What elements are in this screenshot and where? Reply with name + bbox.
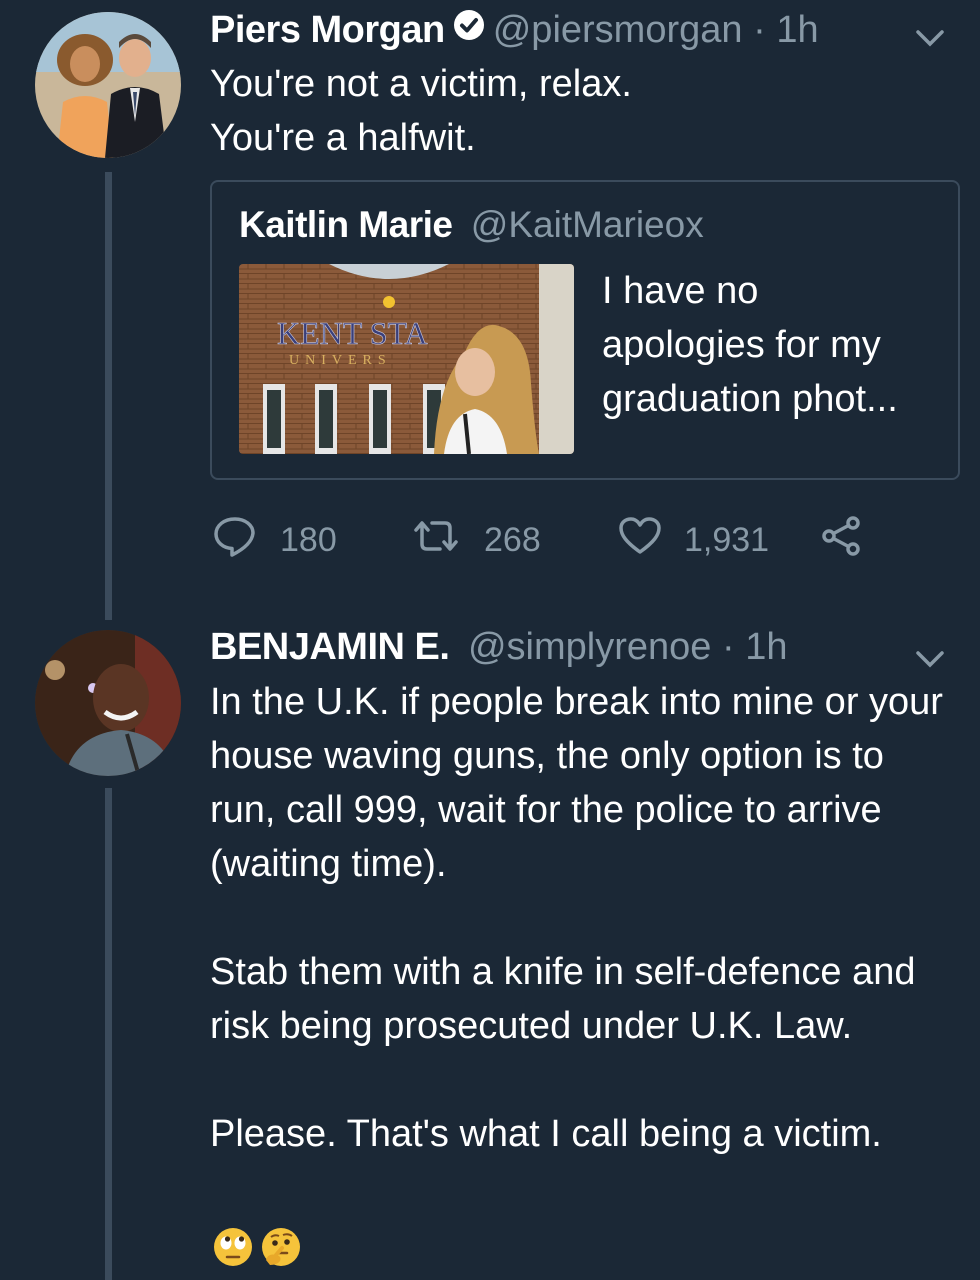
reply-icon bbox=[212, 515, 258, 566]
thinking-face-icon bbox=[260, 1226, 302, 1273]
author-handle[interactable]: @simplyrenoe bbox=[468, 626, 711, 668]
tweet-time[interactable]: 1h bbox=[745, 626, 787, 668]
share-icon bbox=[820, 514, 864, 567]
reply-button[interactable]: 180 bbox=[212, 515, 337, 565]
reply-count: 180 bbox=[280, 520, 337, 559]
quoted-author-name: Kaitlin Marie bbox=[239, 204, 453, 245]
like-count: 1,931 bbox=[684, 520, 770, 559]
retweet-button[interactable]: 268 bbox=[410, 515, 541, 565]
author-name[interactable]: BENJAMIN E. bbox=[210, 626, 450, 668]
emoji-row bbox=[212, 1226, 302, 1273]
tweet-actions: 180 268 1,931 bbox=[210, 515, 910, 565]
sign-text-line2: UNIVERS bbox=[289, 353, 392, 368]
quoted-tweet-image[interactable]: KENT STA UNIVERS bbox=[239, 264, 574, 454]
quoted-tweet[interactable]: Kaitlin Marie @KaitMarieox KENT STA UNIV… bbox=[210, 180, 960, 480]
tweet-text: You're not a victim, relax. You're a hal… bbox=[210, 57, 952, 165]
tweet-text: In the U.K. if people break into mine or… bbox=[210, 675, 952, 1161]
quoted-author-handle: @KaitMarieox bbox=[470, 204, 704, 245]
retweet-icon bbox=[410, 516, 462, 565]
retweet-count: 268 bbox=[484, 520, 541, 559]
avatar-benjamin-e[interactable] bbox=[35, 630, 181, 776]
quoted-text-line: graduation phot... bbox=[602, 378, 898, 420]
tweet-text-line: You're a halfwit. bbox=[210, 117, 476, 159]
face-with-rolling-eyes-icon bbox=[212, 1226, 254, 1273]
share-button[interactable] bbox=[820, 515, 864, 565]
quoted-tweet-header: Kaitlin Marie @KaitMarieox bbox=[239, 200, 704, 250]
thread-line-bottom bbox=[105, 788, 112, 1280]
quoted-tweet-text: I have no apologies for my graduation ph… bbox=[602, 264, 942, 426]
tweet-time[interactable]: 1h bbox=[776, 9, 818, 51]
tweet-paragraph-3: Please. That's what I call being a victi… bbox=[210, 1113, 882, 1155]
quoted-text-line: apologies for my bbox=[602, 324, 881, 366]
author-name[interactable]: Piers Morgan bbox=[210, 9, 445, 51]
tweet-paragraph-1: In the U.K. if people break into mine or… bbox=[210, 681, 943, 885]
tweet-header: Piers Morgan @piersmorgan · 1h bbox=[210, 5, 960, 55]
tweet-text-line: You're not a victim, relax. bbox=[210, 63, 632, 105]
separator-dot: · bbox=[753, 9, 766, 51]
separator-dot: · bbox=[721, 626, 735, 668]
thread-line-top bbox=[105, 172, 112, 620]
verified-badge-icon bbox=[453, 4, 485, 54]
tweet-header: BENJAMIN E. @simplyrenoe · 1h bbox=[210, 622, 960, 672]
chevron-down-icon[interactable] bbox=[914, 13, 946, 63]
sign-text-line1: KENT STA bbox=[277, 315, 428, 351]
tweet-paragraph-2: Stab them with a knife in self-defence a… bbox=[210, 951, 916, 1047]
heart-icon bbox=[618, 516, 662, 565]
quoted-text-line: I have no bbox=[602, 270, 759, 312]
like-button[interactable]: 1,931 bbox=[618, 515, 769, 565]
avatar-piers-morgan[interactable] bbox=[35, 12, 181, 158]
author-handle[interactable]: @piersmorgan bbox=[493, 9, 743, 51]
